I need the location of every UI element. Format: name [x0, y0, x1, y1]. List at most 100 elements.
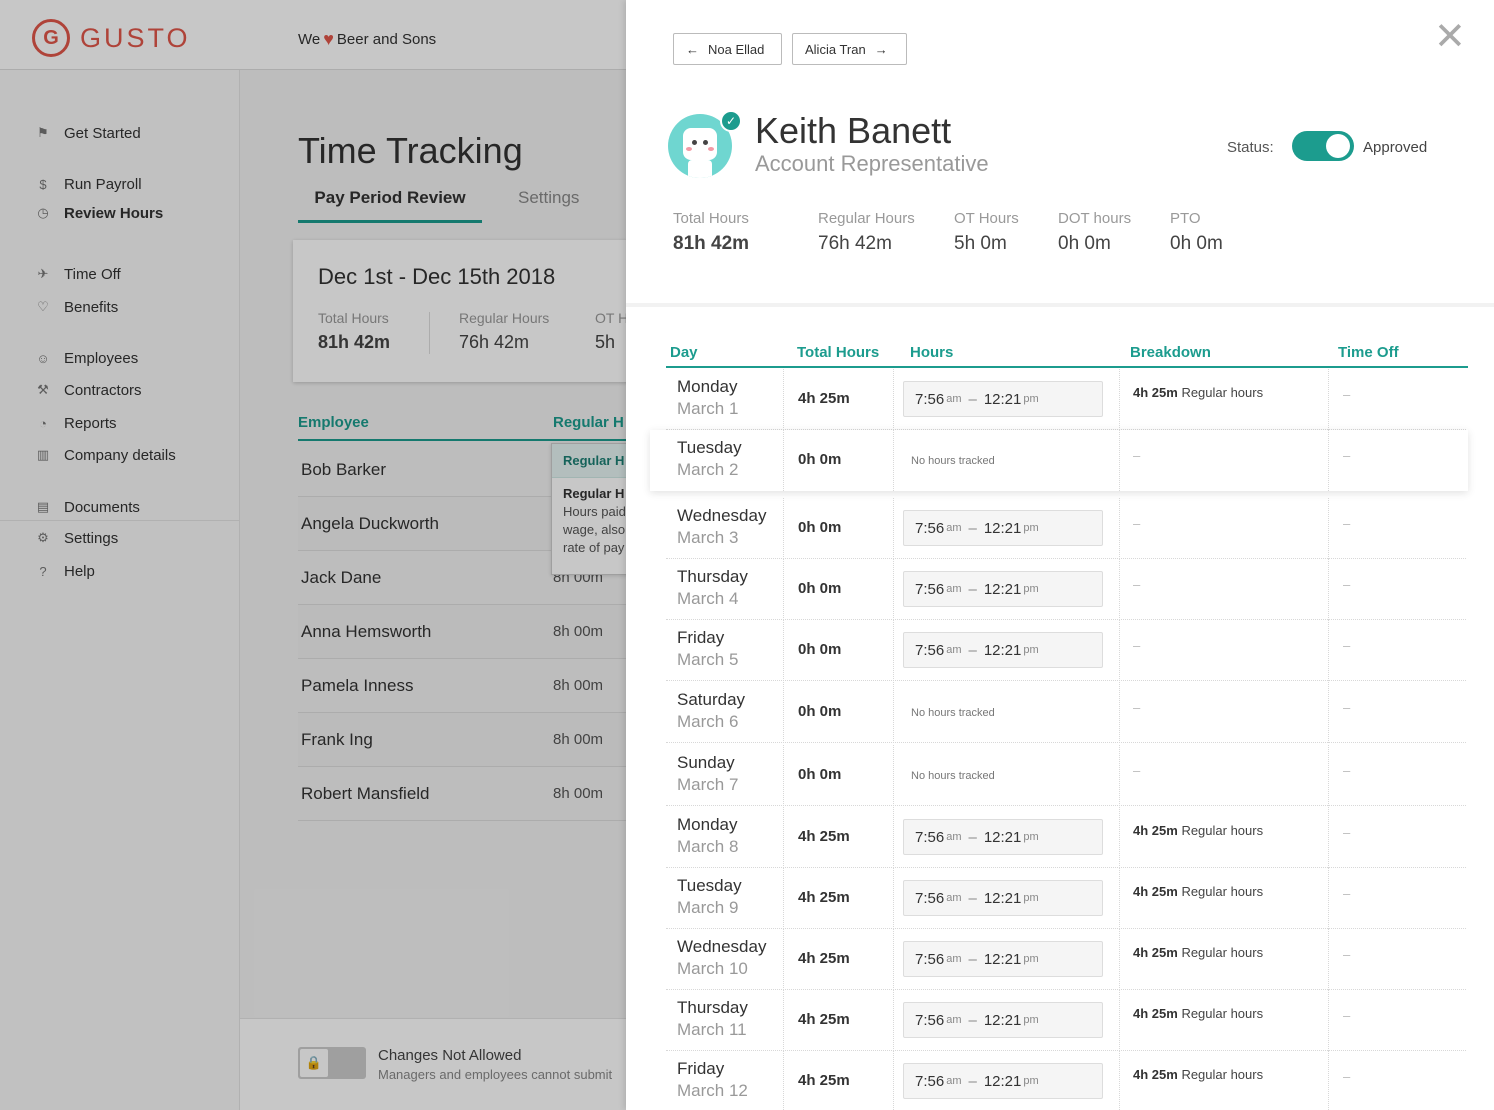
- breakdown-cell: 4h 25m Regular hours: [1119, 929, 1328, 990]
- hours-cell: No hours tracked: [893, 745, 1119, 806]
- breakdown-empty: –: [1133, 638, 1141, 653]
- time-off-cell: –: [1328, 430, 1466, 491]
- total-hours-cell: 0h 0m: [783, 745, 893, 806]
- day-name: Monday: [677, 377, 738, 396]
- stat-value: 0h 0m: [1170, 233, 1223, 254]
- breakdown-cell: –: [1119, 745, 1328, 806]
- close-icon[interactable]: ✕: [1434, 18, 1466, 56]
- end-meridiem: pm: [1023, 1014, 1039, 1026]
- next-employee-button[interactable]: Alicia Tran →: [792, 33, 907, 65]
- time-range-field[interactable]: 7:56 am – 12:21 pm: [903, 819, 1103, 855]
- stat-label: OT Hours: [954, 210, 1019, 227]
- time-off-value: –: [1343, 387, 1351, 402]
- time-range-field[interactable]: 7:56 am – 12:21 pm: [903, 571, 1103, 607]
- breakdown-cell: –: [1119, 620, 1328, 681]
- time-off-cell: –: [1328, 682, 1466, 743]
- arrow-right-icon: →: [874, 41, 888, 57]
- day-date: March 1: [677, 399, 739, 418]
- avatar-body: [688, 160, 712, 178]
- stat-value: 0h 0m: [1058, 233, 1111, 254]
- time-off-value: –: [1343, 825, 1351, 840]
- day-date: March 4: [677, 589, 739, 608]
- time-off-value: –: [1343, 700, 1351, 715]
- time-off-cell: –: [1328, 1051, 1466, 1110]
- total-hours-cell: 4h 25m: [783, 990, 893, 1051]
- breakdown-text: 4h 25m Regular hours: [1133, 945, 1263, 960]
- day-name: Tuesday: [677, 438, 742, 457]
- table-row[interactable]: Friday March 12 4h 25m 7:56 am – 12:21 p…: [666, 1051, 1466, 1110]
- time-off-cell: –: [1328, 745, 1466, 806]
- start-time: 7:56: [915, 1072, 945, 1090]
- start-meridiem: am: [946, 1014, 962, 1026]
- table-row[interactable]: Tuesday March 2 0h 0m No hours tracked –…: [650, 430, 1468, 491]
- time-range-field[interactable]: 7:56 am – 12:21 pm: [903, 941, 1103, 977]
- table-row[interactable]: Sunday March 7 0h 0m No hours tracked – …: [666, 745, 1466, 806]
- employee-role: Account Representative: [755, 151, 989, 176]
- day-cell: Sunday March 7: [666, 745, 783, 806]
- time-off-cell: –: [1328, 498, 1466, 559]
- stat-value: 81h 42m: [673, 233, 750, 254]
- total-hours-cell: 4h 25m: [783, 929, 893, 990]
- no-hours-text: No hours tracked: [911, 707, 995, 719]
- hours-cell: 7:56 am – 12:21 pm: [893, 620, 1119, 681]
- avatar-eye: [703, 140, 708, 145]
- breakdown-value: 4h 25m: [1133, 1067, 1178, 1082]
- total-hours-cell: 4h 25m: [783, 1051, 893, 1110]
- time-off-cell: –: [1328, 868, 1466, 929]
- day-cell: Tuesday March 2: [666, 430, 783, 491]
- breakdown-value: 4h 25m: [1133, 884, 1178, 899]
- day-cell: Tuesday March 9: [666, 868, 783, 929]
- total-hours-cell: 4h 25m: [783, 369, 893, 430]
- time-range-field[interactable]: 7:56 am – 12:21 pm: [903, 381, 1103, 417]
- range-dash: –: [968, 390, 977, 408]
- hours-cell: 7:56 am – 12:21 pm: [893, 498, 1119, 559]
- total-hours-value: 0h 0m: [798, 580, 842, 597]
- stat-label: PTO: [1170, 210, 1201, 227]
- day-name: Thursday: [677, 998, 748, 1017]
- arrow-left-icon: ←: [686, 41, 699, 57]
- start-time: 7:56: [915, 390, 945, 408]
- time-range-field[interactable]: 7:56 am – 12:21 pm: [903, 1063, 1103, 1099]
- table-row[interactable]: Saturday March 6 0h 0m No hours tracked …: [666, 682, 1466, 743]
- breakdown-value: 4h 25m: [1133, 945, 1178, 960]
- table-row[interactable]: Monday March 8 4h 25m 7:56 am – 12:21 pm…: [666, 807, 1466, 868]
- day-name: Sunday: [677, 753, 735, 772]
- status-toggle[interactable]: [1292, 131, 1354, 161]
- time-off-cell: –: [1328, 620, 1466, 681]
- day-date: March 10: [677, 959, 748, 978]
- start-meridiem: am: [946, 1075, 962, 1087]
- table-row[interactable]: Thursday March 11 4h 25m 7:56 am – 12:21…: [666, 990, 1466, 1051]
- hours-cell: 7:56 am – 12:21 pm: [893, 807, 1119, 868]
- time-off-value: –: [1343, 1069, 1351, 1084]
- time-off-cell: –: [1328, 807, 1466, 868]
- panel-stat-total-hours: Total Hours 81h 42m: [673, 210, 749, 255]
- table-row[interactable]: Thursday March 4 0h 0m 7:56 am – 12:21 p…: [666, 559, 1466, 620]
- stat-value: 5h 0m: [954, 233, 1007, 254]
- time-range-field[interactable]: 7:56 am – 12:21 pm: [903, 510, 1103, 546]
- table-row[interactable]: Monday March 1 4h 25m 7:56 am – 12:21 pm…: [666, 369, 1466, 430]
- table-row[interactable]: Wednesday March 10 4h 25m 7:56 am – 12:2…: [666, 929, 1466, 990]
- time-range-field[interactable]: 7:56 am – 12:21 pm: [903, 880, 1103, 916]
- time-range-field[interactable]: 7:56 am – 12:21 pm: [903, 1002, 1103, 1038]
- table-row[interactable]: Wednesday March 3 0h 0m 7:56 am – 12:21 …: [666, 498, 1466, 559]
- column-header-total-hours: Total Hours: [797, 344, 880, 361]
- time-off-value: –: [1343, 448, 1351, 463]
- end-time: 12:21: [983, 889, 1022, 907]
- employee-name-heading: Keith Banett: [755, 110, 952, 151]
- start-meridiem: am: [946, 522, 962, 534]
- modal-overlay[interactable]: [0, 0, 626, 1110]
- time-off-value: –: [1343, 1008, 1351, 1023]
- day-cell: Wednesday March 3: [666, 498, 783, 559]
- table-row[interactable]: Friday March 5 0h 0m 7:56 am – 12:21 pm …: [666, 620, 1466, 681]
- start-time: 7:56: [915, 828, 945, 846]
- total-hours-cell: 4h 25m: [783, 807, 893, 868]
- day-name: Wednesday: [677, 937, 767, 956]
- time-range-field[interactable]: 7:56 am – 12:21 pm: [903, 632, 1103, 668]
- verified-check-icon: ✓: [720, 110, 742, 132]
- time-off-cell: –: [1328, 990, 1466, 1051]
- end-time: 12:21: [983, 1072, 1022, 1090]
- end-meridiem: pm: [1023, 1075, 1039, 1087]
- previous-employee-button[interactable]: ← Noa Ellad: [673, 33, 782, 65]
- table-row[interactable]: Tuesday March 9 4h 25m 7:56 am – 12:21 p…: [666, 868, 1466, 929]
- stat-label: Total Hours: [673, 210, 749, 227]
